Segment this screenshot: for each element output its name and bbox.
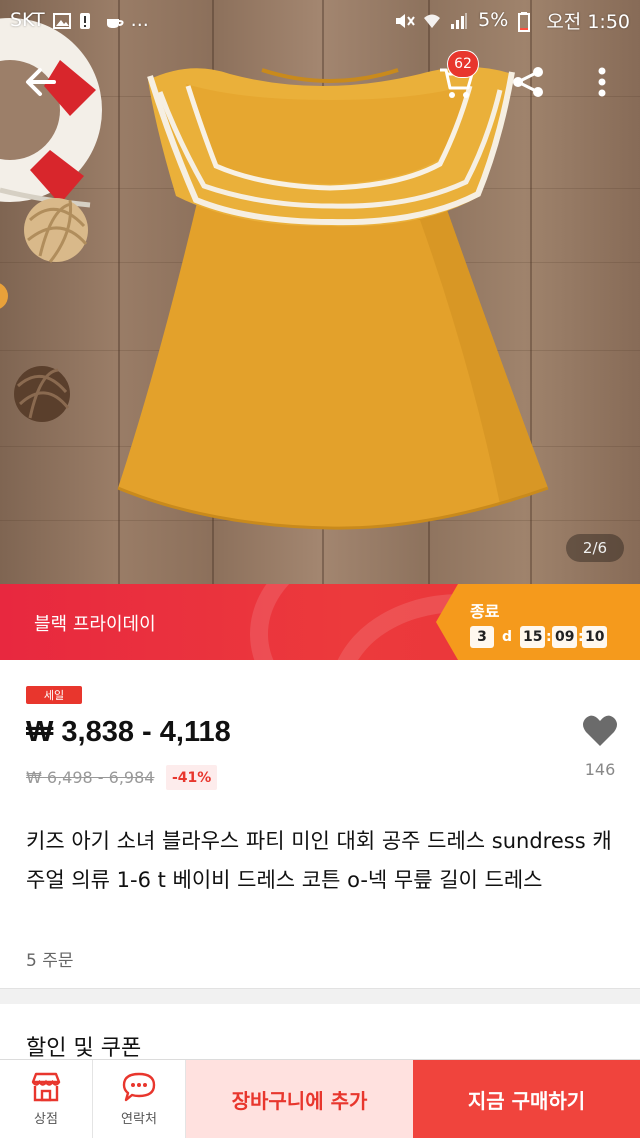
- image-counter: 2/6: [566, 534, 624, 562]
- promo-timer-panel: [436, 584, 640, 660]
- promo-label: 블랙 프라이데이: [34, 614, 156, 635]
- sale-badge: 세일: [26, 686, 82, 704]
- heart-icon: [583, 715, 617, 746]
- timer-sep: :: [546, 629, 552, 645]
- carrier-label: SKT: [10, 9, 45, 31]
- promo-end-label: 종료: [470, 602, 500, 621]
- chat-icon: [122, 1072, 156, 1102]
- store-icon: [31, 1072, 61, 1102]
- mute-icon: [394, 12, 415, 28]
- alert-notification-icon: [79, 12, 97, 29]
- promo-banner[interactable]: 블랙 프라이데이: [0, 584, 640, 660]
- rattan-ball-light: [24, 198, 88, 263]
- timer-days: 3: [470, 626, 494, 648]
- bottom-action-bar: 상점 연락처 장바구니에 추가 지금 구매하기: [0, 1059, 640, 1138]
- original-price: ₩ 6,498 - 6,984: [26, 768, 155, 787]
- timer-hours: 15: [520, 626, 546, 648]
- add-to-cart-button[interactable]: 장바구니에 추가: [186, 1060, 413, 1138]
- store-label: 상점: [34, 1112, 58, 1127]
- wishlist-count: 146: [584, 760, 616, 779]
- orange-prop: [0, 283, 8, 309]
- rattan-ball-dark: [14, 366, 70, 422]
- battery-percent: 5%: [478, 9, 509, 31]
- wishlist-button[interactable]: [582, 714, 618, 748]
- clock: 오전 1:50: [546, 10, 630, 33]
- lifebuoy-prop: [0, 18, 102, 208]
- coupon-section-heading[interactable]: 할인 및 쿠폰: [26, 1030, 141, 1062]
- back-button[interactable]: [18, 60, 62, 104]
- share-icon: [513, 67, 543, 97]
- store-button[interactable]: 상점: [0, 1060, 93, 1138]
- share-button[interactable]: [506, 60, 550, 104]
- cart-count-badge: 62: [447, 50, 479, 78]
- yellow-dress: [117, 67, 549, 530]
- coffee-notification-icon: [105, 12, 124, 28]
- price-range: ₩ 3,838 - 4,118: [26, 716, 231, 748]
- more-notifications-label: ...: [130, 9, 149, 31]
- product-title: 키즈 아기 소녀 블라우스 파티 미인 대회 공주 드레스 sundress 캐…: [26, 829, 612, 892]
- discount-badge: -41%: [166, 765, 218, 790]
- wifi-icon: [422, 12, 441, 28]
- signal-icon: [450, 12, 468, 29]
- contact-button[interactable]: 연락처: [93, 1060, 186, 1138]
- timer-minutes: 09: [552, 626, 578, 648]
- section-divider: [0, 988, 640, 1004]
- status-bar: SKT ... 5% 오전 1:50: [0, 0, 640, 40]
- more-options-button[interactable]: [580, 60, 624, 104]
- back-arrow-icon: [26, 68, 56, 96]
- buy-now-button[interactable]: 지금 구매하기: [413, 1060, 640, 1138]
- battery-icon: [518, 12, 536, 32]
- timer-seconds: 10: [582, 626, 608, 648]
- order-count: 5 주문: [26, 951, 74, 971]
- gallery-notification-icon: [52, 12, 71, 29]
- contact-label: 연락처: [121, 1112, 157, 1127]
- timer-day-unit: d: [502, 629, 513, 645]
- more-vertical-icon: [598, 67, 606, 97]
